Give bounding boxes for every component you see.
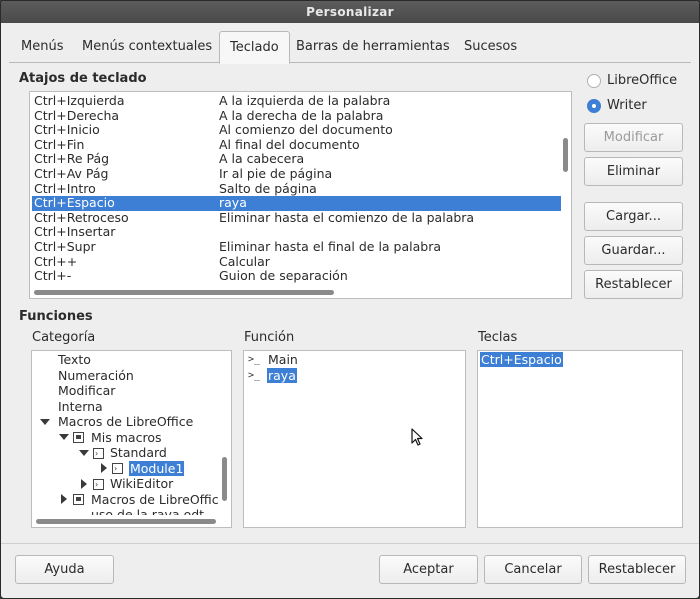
tab-menus[interactable]: Menús [11, 31, 73, 63]
save-button[interactable]: Guardar... [584, 236, 683, 265]
tab-strip: Menús Menús contextuales Teclado Barras … [9, 31, 691, 64]
expand-arrow-icon[interactable] [79, 450, 89, 456]
tree-item-libreoffice-macros[interactable]: Macros de LibreOffice [58, 414, 193, 430]
modify-button[interactable]: Modificar [584, 123, 683, 152]
shortcut-row[interactable]: Ctrl+Retroceso Eliminar hasta el comienzo… [32, 210, 561, 226]
collapse-arrow-icon[interactable] [101, 463, 107, 473]
delete-button[interactable]: Eliminar [584, 157, 683, 186]
shortcut-list-vscrollbar[interactable] [563, 138, 568, 172]
tab-toolbars[interactable]: Barras de herramientas [286, 31, 460, 63]
cancel-button[interactable]: Cancelar [484, 555, 582, 584]
module-library-icon: › [93, 448, 104, 459]
macro-library-icon [73, 432, 84, 443]
shortcut-list-hscrollbar[interactable] [34, 290, 334, 295]
tree-item-texto[interactable]: Texto [58, 352, 91, 368]
shortcut-row[interactable]: Ctrl+Fin Al final del documento [32, 137, 561, 153]
tab-keyboard[interactable]: Teclado [219, 31, 290, 64]
expand-arrow-icon[interactable] [59, 434, 69, 440]
reset-shortcuts-button[interactable]: Restablecer [584, 270, 683, 299]
module-icon: › [112, 463, 123, 474]
shortcut-row[interactable]: Ctrl++ Calcular [32, 254, 561, 270]
tab-events[interactable]: Sucesos [454, 31, 527, 63]
mouse-cursor-icon [411, 428, 423, 446]
category-tree-hscrollbar[interactable] [36, 519, 216, 524]
function-item-main[interactable]: Main [268, 352, 298, 368]
reset-button[interactable]: Restablecer [588, 555, 686, 584]
prompt-icon: >_ [248, 354, 261, 365]
shortcut-list[interactable]: Ctrl+Izquierda A la izquierda de la palab… [29, 91, 572, 299]
shortcut-row-selected[interactable]: Ctrl+Espacio raya [32, 196, 561, 211]
category-tree-vscrollbar[interactable] [222, 457, 227, 501]
module-library-icon: › [93, 479, 104, 490]
function-label: Función [244, 330, 295, 345]
shortcut-row[interactable]: Ctrl+Av Pág Ir al pie de página [32, 166, 561, 182]
shortcut-row[interactable]: Ctrl+Intro Salto de página [32, 181, 561, 197]
category-label: Categoría [32, 330, 96, 345]
collapse-arrow-icon[interactable] [81, 479, 87, 489]
tree-item-module1[interactable]: Module1 [129, 460, 185, 477]
scope-label-libreoffice: LibreOffice [607, 73, 678, 88]
keys-list[interactable]: Ctrl+Espacio [477, 350, 683, 528]
scope-radio-libreoffice[interactable] [587, 74, 601, 88]
category-tree[interactable]: Texto Numeración Modificar Interna Macro… [31, 350, 232, 528]
shortcut-row[interactable]: Ctrl+Izquierda A la izquierda de la palab… [32, 93, 561, 109]
shortcut-row[interactable]: Ctrl+- Guion de separación [32, 269, 561, 284]
footer-divider [1, 543, 699, 544]
load-button[interactable]: Cargar... [584, 202, 683, 231]
macro-library-icon [73, 494, 84, 505]
keys-label: Teclas [478, 330, 518, 345]
prompt-icon: >_ [248, 370, 261, 381]
scope-label-writer: Writer [607, 98, 647, 113]
shortcut-row[interactable]: Ctrl+Insertar [32, 225, 561, 240]
keys-item[interactable]: Ctrl+Espacio [480, 352, 563, 368]
shortcut-keys-heading: Atajos de teclado [19, 71, 147, 86]
shortcut-row[interactable]: Ctrl+Derecha A la derecha de la palabra [32, 108, 561, 124]
customize-dialog: Personalizar Menús Menús contextuales Te… [0, 0, 700, 599]
function-item-raya[interactable]: raya [267, 368, 297, 384]
functions-heading: Funciones [19, 309, 93, 324]
collapse-arrow-icon[interactable] [61, 494, 67, 504]
tree-item-libreoffice-macros-2[interactable]: Macros de LibreOffic [91, 492, 219, 508]
help-button[interactable]: Ayuda [15, 555, 114, 584]
ok-button[interactable]: Aceptar [379, 555, 478, 584]
tab-context-menus[interactable]: Menús contextuales [72, 31, 222, 63]
tree-item-document[interactable]: uso de la raya.odt [91, 507, 204, 515]
function-list[interactable]: >_ Main >_ raya [243, 350, 466, 528]
shortcut-row[interactable]: Ctrl+Re Pág A la cabecera [32, 152, 561, 167]
window-title: Personalizar [1, 1, 699, 23]
shortcut-row[interactable]: Ctrl+Supr Eliminar hasta el final de la p… [32, 239, 561, 255]
tree-item-numeracion[interactable]: Numeración [58, 368, 134, 384]
expand-arrow-icon[interactable] [40, 419, 50, 425]
scope-radio-writer[interactable] [587, 99, 601, 113]
tree-item-interna[interactable]: Interna [58, 399, 103, 415]
shortcut-row[interactable]: Ctrl+Inicio Al comienzo del documento [32, 123, 561, 138]
tree-item-wikieditor[interactable]: WikiEditor [110, 476, 173, 492]
tree-item-my-macros[interactable]: Mis macros [91, 430, 161, 446]
tree-item-standard[interactable]: Standard [110, 445, 167, 461]
tree-item-modificar[interactable]: Modificar [58, 383, 115, 399]
